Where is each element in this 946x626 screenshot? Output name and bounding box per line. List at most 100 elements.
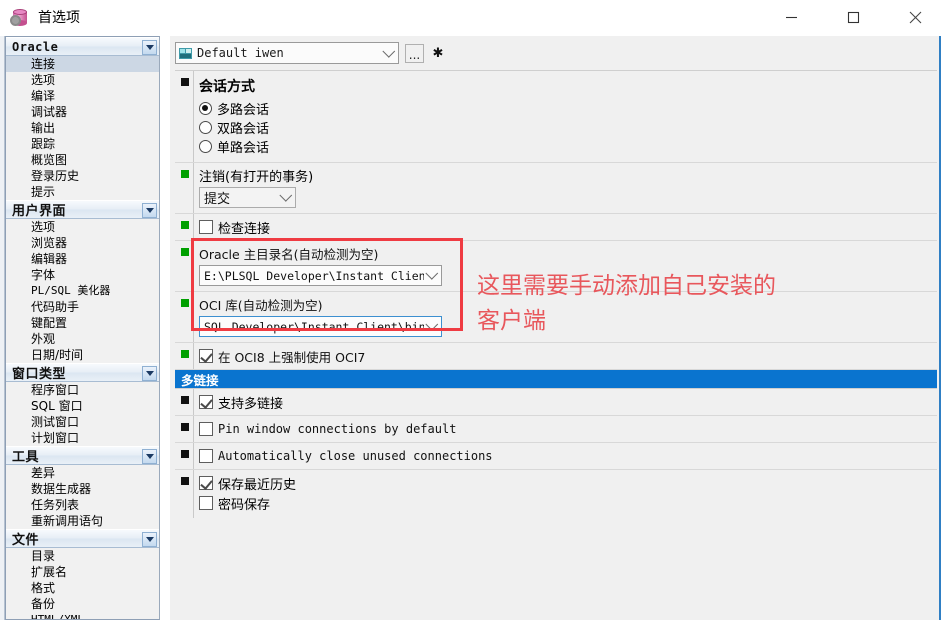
pin-window-checkbox[interactable]: Pin window connections by default — [199, 419, 937, 439]
logoff-section: 注销(有打开的事务) 提交 — [175, 163, 937, 214]
sidebar-item[interactable]: 选项 — [6, 219, 159, 235]
section-marker — [181, 78, 189, 86]
sidebar-item[interactable]: PL/SQL 美化器 — [6, 283, 159, 299]
section-marker — [181, 450, 189, 458]
auto-close-section: Automatically close unused connections — [175, 443, 937, 470]
sidebar-item[interactable]: 重新调用语句 — [6, 513, 159, 529]
sidebar-item[interactable]: 测试窗口 — [6, 414, 159, 430]
maximize-button[interactable] — [822, 0, 884, 35]
sidebar-item[interactable]: 程序窗口 — [6, 382, 159, 398]
save-password-checkbox[interactable]: 密码保存 — [199, 493, 937, 513]
checkbox-icon — [199, 349, 213, 363]
force-oci7-checkbox[interactable]: 在 OCI8 上强制使用 OCI7 — [199, 346, 937, 366]
oci-library-value-wrap: SQL Developer\Instant Client\bin\oci.dll — [200, 320, 424, 334]
multi-connection-header: 多链接 — [175, 370, 937, 389]
sidebar-item[interactable]: 目录 — [6, 548, 159, 564]
close-button[interactable] — [884, 0, 946, 35]
section-marker — [181, 170, 189, 178]
chevron-down-icon[interactable] — [142, 40, 157, 55]
sidebar-item[interactable]: 跟踪 — [6, 136, 159, 152]
save-recent-history-label: 保存最近历史 — [218, 477, 297, 493]
sidebar-item[interactable]: 键配置 — [6, 315, 159, 331]
sidebar-group-header[interactable]: 用户界面 — [6, 200, 159, 219]
radio-label: 单路会话 — [217, 141, 270, 156]
profile-value: Default iwen — [197, 46, 284, 60]
save-recent-history-checkbox[interactable]: 保存最近历史 — [199, 473, 937, 493]
oci-library-input[interactable]: SQL Developer\Instant Client\bin\oci.dll — [199, 316, 442, 337]
sidebar-item[interactable]: 登录历史 — [6, 168, 159, 184]
preferences-window: 首选项 Oracle 连接 选项 编译 调试器 输出 跟踪 概览图 登录历史 提示 用户界面 选项 浏览… — [0, 0, 946, 626]
sidebar-item[interactable]: 选项 — [6, 72, 159, 88]
checkbox-icon — [199, 395, 213, 409]
chevron-down-icon[interactable] — [424, 266, 441, 286]
sidebar-group-label: Oracle — [12, 39, 59, 54]
sidebar-item[interactable]: 编译 — [6, 88, 159, 104]
checkbox-icon — [199, 422, 213, 436]
settings-content: 会话方式 多路会话 双路会话 单路会话 注销(有打开的事务) 提交 检查连接 O… — [175, 70, 937, 615]
radio-multi-session[interactable]: 多路会话 — [199, 99, 937, 118]
radio-icon — [199, 140, 212, 153]
support-multi-connection-section: 支持多链接 — [175, 389, 937, 416]
section-marker — [181, 423, 189, 431]
annotation-text: 这里需要手动添加自己安装的 客户端 — [477, 273, 776, 334]
sidebar-item[interactable]: 计划窗口 — [6, 430, 159, 446]
sidebar-group-header[interactable]: 窗口类型 — [6, 363, 159, 382]
radio-label: 双路会话 — [217, 122, 270, 137]
sidebar-item[interactable]: 字体 — [6, 267, 159, 283]
sidebar-item[interactable]: HTML/XML — [6, 612, 159, 619]
preferences-category-list[interactable]: Oracle 连接 选项 编译 调试器 输出 跟踪 概览图 登录历史 提示 用户界面 选项 浏览器 编辑器… — [5, 36, 160, 620]
oracle-home-input[interactable]: E:\PLSQL Developer\Instant Client — [199, 265, 442, 286]
sidebar-group-header[interactable]: Oracle — [6, 37, 159, 56]
radio-dual-session[interactable]: 双路会话 — [199, 118, 937, 137]
sidebar-item[interactable]: 提示 — [6, 184, 159, 200]
logoff-value: 提交 — [204, 192, 231, 207]
sidebar-item[interactable]: 代码助手 — [6, 299, 159, 315]
minimize-button[interactable] — [760, 0, 822, 35]
sidebar-item[interactable]: 数据生成器 — [6, 481, 159, 497]
sidebar-item[interactable]: 备份 — [6, 596, 159, 612]
sidebar-group-label: 文件 — [12, 533, 40, 548]
radio-single-session[interactable]: 单路会话 — [199, 137, 937, 156]
chevron-down-icon[interactable] — [381, 43, 398, 63]
profile-icon — [178, 46, 194, 61]
sidebar-item[interactable]: 概览图 — [6, 152, 159, 168]
sidebar-item[interactable]: 日期/时间 — [6, 347, 159, 363]
sidebar-item[interactable]: 调试器 — [6, 104, 159, 120]
save-password-label: 密码保存 — [218, 497, 271, 513]
sidebar-item[interactable]: 扩展名 — [6, 564, 159, 580]
more-options-button[interactable]: ... — [405, 43, 424, 63]
section-marker — [181, 248, 189, 256]
chevron-down-icon[interactable] — [142, 366, 157, 381]
multi-connection-title: 多链接 — [181, 372, 219, 388]
chevron-down-icon[interactable] — [142, 449, 157, 464]
section-marker — [181, 221, 189, 229]
sidebar-item[interactable]: 编辑器 — [6, 251, 159, 267]
sidebar-group-items: 连接 选项 编译 调试器 输出 跟踪 概览图 登录历史 提示 — [6, 56, 159, 200]
sidebar-item[interactable]: SQL 窗口 — [6, 398, 159, 414]
check-connection-checkbox[interactable]: 检查连接 — [199, 217, 937, 237]
sidebar-item[interactable]: 外观 — [6, 331, 159, 347]
section-marker — [181, 350, 189, 358]
profile-toolbar: Default iwen ... ✱ — [175, 41, 937, 65]
profile-select[interactable]: Default iwen — [175, 42, 399, 64]
sidebar-item[interactable]: 格式 — [6, 580, 159, 596]
database-settings-icon — [10, 7, 32, 29]
section-marker — [181, 396, 189, 404]
sidebar-item[interactable]: 差异 — [6, 465, 159, 481]
sidebar-item[interactable]: 输出 — [6, 120, 159, 136]
chevron-down-icon[interactable] — [142, 203, 157, 218]
chevron-down-icon[interactable] — [142, 532, 157, 547]
sidebar-item[interactable]: 浏览器 — [6, 235, 159, 251]
chevron-down-icon[interactable] — [278, 188, 295, 208]
logoff-select[interactable]: 提交 — [199, 187, 296, 208]
sidebar-group-header[interactable]: 工具 — [6, 446, 159, 465]
auto-close-checkbox[interactable]: Automatically close unused connections — [199, 446, 937, 466]
chevron-down-icon[interactable] — [424, 317, 441, 337]
star-icon[interactable]: ✱ — [430, 44, 446, 63]
sidebar-group-label: 窗口类型 — [12, 367, 67, 382]
sidebar-group-header[interactable]: 文件 — [6, 529, 159, 548]
pin-window-label: Pin window connections by default — [218, 422, 457, 436]
sidebar-item[interactable]: 连接 — [6, 56, 159, 72]
sidebar-item[interactable]: 任务列表 — [6, 497, 159, 513]
support-multi-connection-checkbox[interactable]: 支持多链接 — [199, 392, 937, 412]
